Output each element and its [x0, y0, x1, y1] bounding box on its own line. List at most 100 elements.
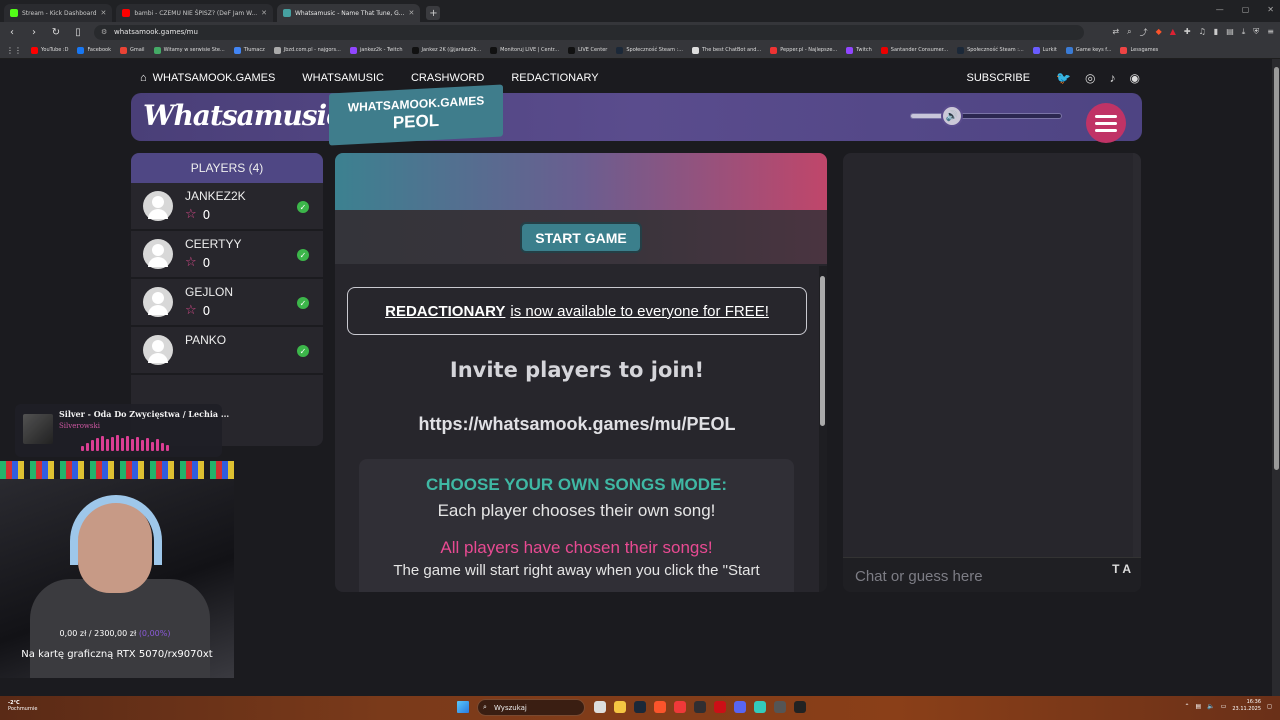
bookmark-item[interactable]: Game keys f...	[1065, 46, 1111, 54]
discord-icon[interactable]: ◉	[1130, 71, 1140, 85]
bookmark-icon[interactable]: ▯	[72, 27, 84, 38]
whatsamusic-logo[interactable]: Whatsamusic	[143, 99, 343, 132]
bookmark-item[interactable]: Facebook	[77, 46, 111, 54]
steam-icon[interactable]	[634, 701, 646, 713]
start-game-button[interactable]: START GAME	[520, 222, 642, 253]
download-icon[interactable]: ⤓	[1242, 27, 1246, 38]
tiktok-icon	[490, 46, 498, 54]
brave-rewards-icon[interactable]: ▲	[1170, 27, 1176, 38]
obs-icon[interactable]	[694, 701, 706, 713]
nav-home-link[interactable]: ⌂ WHATSAMOOK.GAMES	[140, 72, 275, 84]
bookmark-item[interactable]: Monitoruj LIVE | Centr...	[490, 46, 559, 54]
nav-link-crashword[interactable]: CRASHWORD	[411, 72, 484, 84]
close-window-icon[interactable]: ✕	[1267, 5, 1274, 14]
scrollbar-thumb[interactable]	[1274, 67, 1279, 470]
back-icon[interactable]: ‹	[6, 27, 18, 38]
taskbar-search[interactable]: ⌕ Wyszukaj	[477, 699, 585, 716]
page-scrollbar[interactable]	[1272, 59, 1280, 696]
vpn-icon[interactable]: ⛨	[1253, 27, 1259, 38]
brave-shield-icon[interactable]: ◆	[1156, 27, 1162, 38]
browser-tab-kick[interactable]: Stream - Kick Dashboard ✕	[4, 4, 113, 22]
players-title: PLAYERS (4)	[131, 153, 323, 183]
whatsamusic-page: ⌂ WHATSAMOOK.GAMES WHATSAMUSIC CRASHWORD…	[0, 59, 1280, 696]
bookmark-item[interactable]: Lessgames	[1120, 46, 1158, 54]
music-icon[interactable]: ♫	[1199, 27, 1206, 38]
browser-tab-whatsamusic[interactable]: Whatsamusic - Name That Tune, G... ✕	[276, 4, 421, 22]
bookmark-item[interactable]: Tłumacz	[233, 46, 265, 54]
twitter-icon[interactable]: 🐦	[1056, 71, 1071, 85]
site-info-icon[interactable]: ⚙	[101, 28, 107, 36]
sidebar-icon[interactable]: ▮	[1214, 27, 1218, 38]
menu-icon[interactable]: ≡	[1267, 27, 1274, 38]
bookmark-item[interactable]: Santander Consumer...	[880, 46, 948, 54]
chat-input[interactable]: Chat or guess here	[843, 557, 1141, 592]
top-nav: ⌂ WHATSAMOOK.GAMES WHATSAMUSIC CRASHWORD…	[140, 69, 1140, 87]
wallet-icon[interactable]: ▤	[1226, 27, 1234, 38]
close-icon[interactable]: ✕	[261, 9, 267, 17]
opera-icon[interactable]	[714, 701, 726, 713]
battery-icon[interactable]: ▭	[1221, 703, 1227, 710]
scrollbar-thumb[interactable]	[820, 276, 825, 426]
nav-link-whatsamusic[interactable]: WHATSAMUSIC	[302, 72, 384, 84]
app-icon[interactable]	[794, 701, 806, 713]
hamburger-menu-button[interactable]	[1086, 103, 1126, 143]
speaker-icon[interactable]: 🔈	[1207, 703, 1214, 710]
headphones	[70, 495, 162, 565]
game-scrollbar[interactable]	[819, 266, 827, 592]
bookmark-item[interactable]: Pepper.pl - Najlepsze...	[770, 46, 837, 54]
address-bar[interactable]: ⚙ whatsamook.games/mu	[94, 24, 1084, 40]
zoom-icon[interactable]: ⌕	[1127, 27, 1131, 38]
forward-icon[interactable]: ›	[28, 27, 40, 38]
bookmark-item[interactable]: Jankez 2K (@jankez2k...	[411, 46, 481, 54]
clock[interactable]: 16:36 23.11.2025	[1232, 699, 1261, 713]
new-tab-button[interactable]: +	[426, 6, 441, 20]
bookmark-item[interactable]: YouTube :D	[31, 46, 68, 54]
volume-icon[interactable]: 🔊	[941, 105, 963, 127]
minimize-icon[interactable]: —	[1216, 5, 1224, 14]
apps-icon[interactable]: ⋮⋮	[6, 46, 22, 55]
bookmark-item[interactable]: Lurkit	[1032, 46, 1057, 54]
pepper-icon	[770, 46, 778, 54]
donation-goal-text: Na kartę graficzną RTX 5070/rx9070xt	[21, 649, 213, 660]
nav-link-redactionary[interactable]: REDACTIONARY	[511, 72, 598, 84]
tiktok-icon[interactable]: ♪	[1110, 71, 1116, 85]
chevron-up-icon[interactable]: ⌃	[1185, 703, 1190, 710]
file-explorer-icon[interactable]	[614, 701, 626, 713]
bookmark-item[interactable]: Społeczność Steam :...	[957, 46, 1024, 54]
close-icon[interactable]: ✕	[101, 9, 107, 17]
close-icon[interactable]: ✕	[409, 9, 415, 17]
app-icon[interactable]	[774, 701, 786, 713]
windows-start-icon[interactable]	[457, 701, 469, 713]
translate-icon[interactable]: ⇄	[1112, 27, 1119, 38]
reload-icon[interactable]: ↻	[50, 27, 62, 38]
invite-url[interactable]: https://whatsamook.games/mu/PEOL	[335, 414, 819, 435]
bookmark-item[interactable]: The best ChatBot and...	[691, 46, 761, 54]
instagram-icon[interactable]: ◎	[1085, 71, 1095, 85]
maximize-icon[interactable]: ▢	[1242, 5, 1250, 14]
vivaldi-icon[interactable]	[674, 701, 686, 713]
menu-icon-bar	[1095, 121, 1117, 125]
network-icon[interactable]: ▤	[1196, 703, 1202, 710]
chat-scrollbar[interactable]	[1133, 153, 1141, 558]
bookmark-item[interactable]: Społeczność Steam :...	[616, 46, 683, 54]
notification-icon[interactable]: ◻	[1267, 703, 1272, 710]
task-view-icon[interactable]	[594, 701, 606, 713]
folder-icon	[273, 46, 281, 54]
bookmark-item[interactable]: LIVE Center	[568, 46, 607, 54]
text-format-button[interactable]: T A	[1112, 562, 1131, 576]
volume-slider[interactable]: 🔊	[910, 105, 1062, 127]
extension-icon[interactable]: ✚	[1184, 27, 1191, 38]
browser-tab-youtube[interactable]: bambi - CZEMU NIE ŚPISZ? (DeF Jam W... ✕	[116, 4, 273, 22]
bookmark-item[interactable]: Jbzd.com.pl - najgors...	[273, 46, 341, 54]
bookmark-item[interactable]: Twitch	[846, 46, 872, 54]
bookmark-item[interactable]: Gmail	[119, 46, 145, 54]
discord-icon[interactable]	[734, 701, 746, 713]
share-icon[interactable]: ⤴	[1140, 27, 1148, 38]
app-icon[interactable]	[754, 701, 766, 713]
subscribe-link[interactable]: SUBSCRIBE	[967, 72, 1031, 84]
brave-icon[interactable]	[654, 701, 666, 713]
redactionary-promo-link[interactable]: REDACTIONARY is now available to everyon…	[347, 287, 807, 335]
bookmark-item[interactable]: Witamy w serwisie Ste...	[153, 46, 225, 54]
bookmark-item[interactable]: jankez2k - Twitch	[349, 46, 403, 54]
weather-widget[interactable]: -2°C Pochmurnie	[8, 700, 37, 712]
